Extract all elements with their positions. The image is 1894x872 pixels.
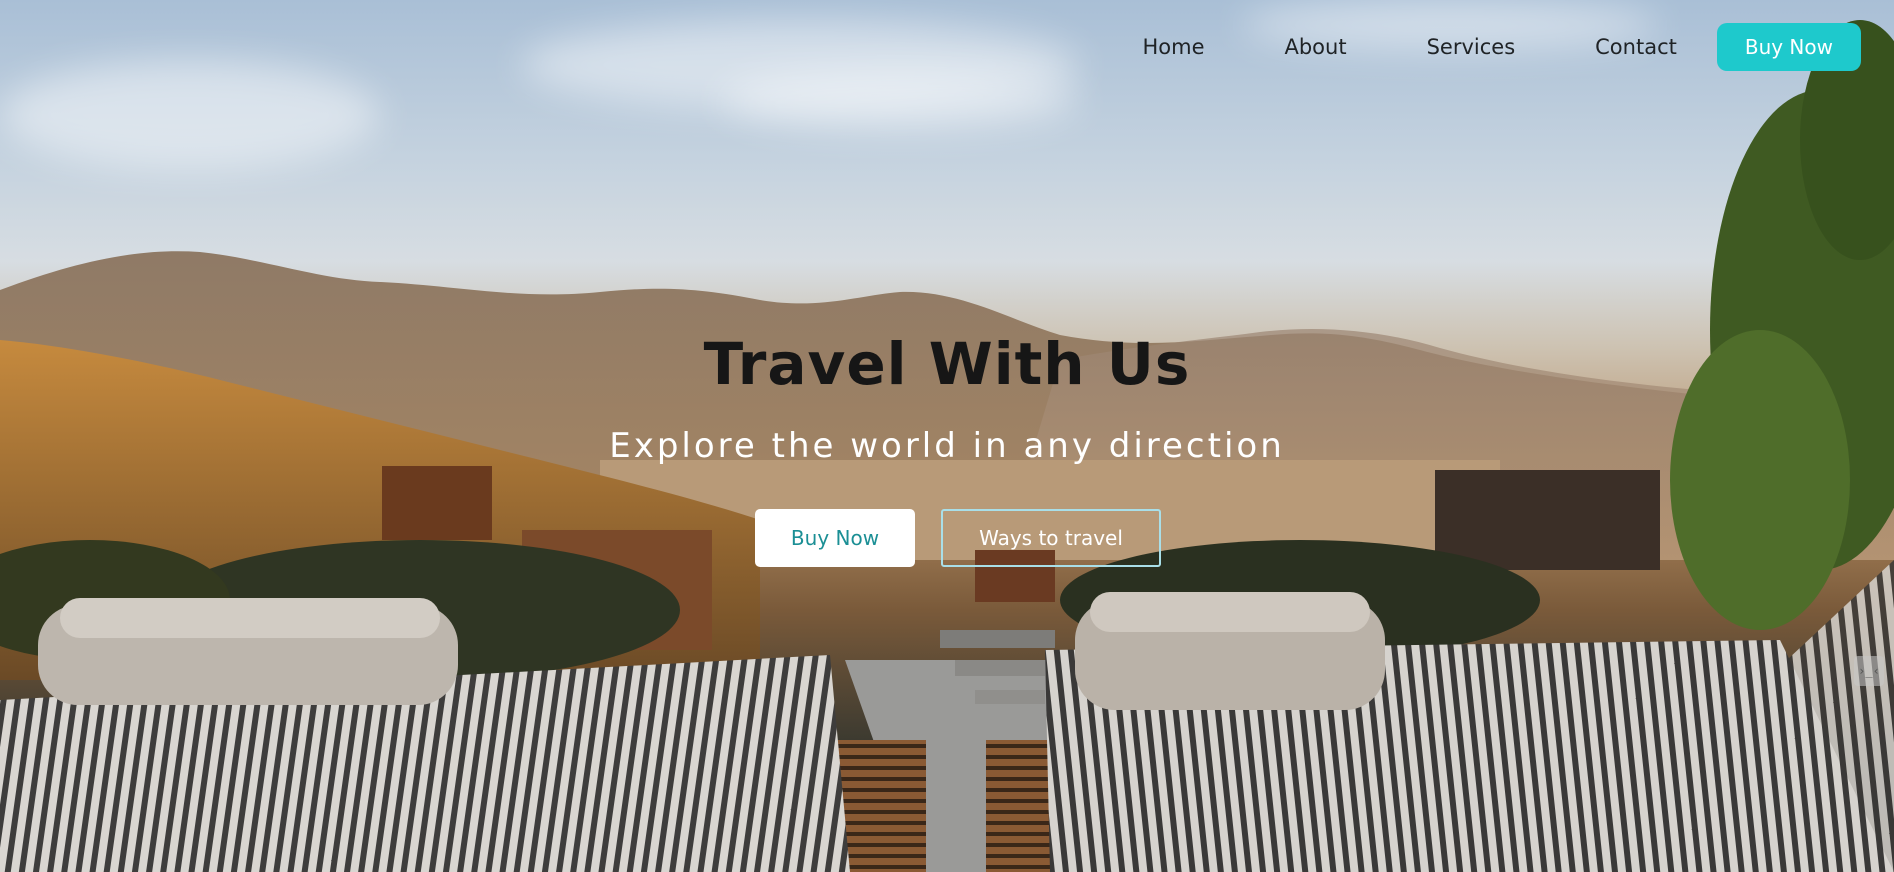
nav-services[interactable]: Services (1387, 22, 1556, 72)
nav-home[interactable]: Home (1102, 22, 1244, 72)
nav-about[interactable]: About (1244, 22, 1386, 72)
hero-subtitle: Explore the world in any direction (609, 426, 1285, 466)
ways-to-travel-button[interactable]: Ways to travel (941, 509, 1161, 567)
nav-contact[interactable]: Contact (1555, 22, 1717, 72)
hero-cta-group: Buy Now Ways to travel (0, 509, 1894, 567)
hero-section: Home About Services Contact Buy Now Trav… (0, 0, 1894, 872)
hero-title: Travel With Us (703, 330, 1191, 398)
buy-now-button[interactable]: Buy Now (755, 509, 915, 567)
nav-buy-now-button[interactable]: Buy Now (1716, 23, 1861, 71)
code-icon[interactable]: ›_‹ (1854, 656, 1884, 686)
main-nav: Home About Services Contact Buy Now (1102, 22, 1861, 72)
